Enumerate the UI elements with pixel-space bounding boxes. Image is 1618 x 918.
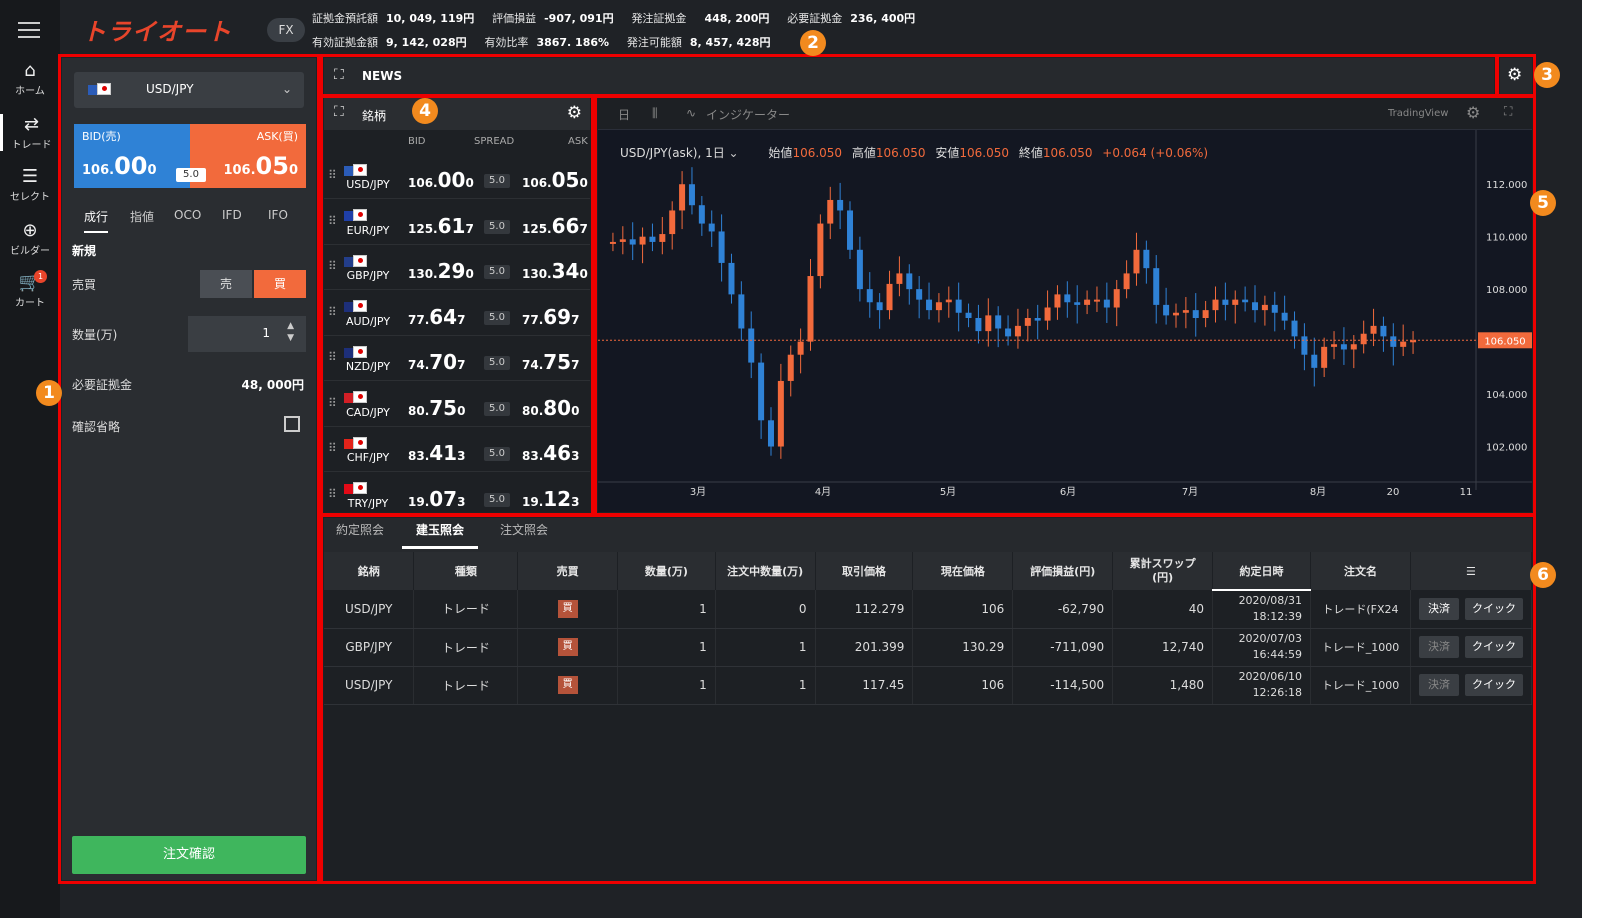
highlight-box-order-panel xyxy=(58,54,320,884)
account-label: 有効比率 xyxy=(484,36,529,49)
annotation-badge-4: 4 xyxy=(412,98,438,124)
annotation-badge-5: 5 xyxy=(1530,190,1556,216)
annotation-badge-1: 1 xyxy=(36,380,62,406)
cart-badge: 1 xyxy=(34,270,47,283)
product-badge[interactable]: FX xyxy=(267,18,305,42)
nav-trade[interactable]: ⇄ トレード xyxy=(0,114,60,151)
nav-builder-label: ビルダー xyxy=(10,246,50,257)
highlight-box-settings xyxy=(1496,54,1536,98)
annotation-badge-2: 2 xyxy=(800,30,826,56)
nav-select[interactable]: ☰ セレクト xyxy=(0,166,60,203)
account-value: -907, 091円 xyxy=(544,12,614,25)
account-summary-row2: 有効証拠金額 9, 142, 028円 有効比率 3867. 186% 発注可能額 8… xyxy=(312,34,770,50)
account-label: 発注証拠金 xyxy=(631,12,687,25)
nav-trade-label: トレード xyxy=(11,140,52,151)
account-label: 評価損益 xyxy=(492,12,537,25)
annotation-badge-3: 3 xyxy=(1534,62,1560,88)
trade-icon: ⇄ xyxy=(23,114,40,135)
highlight-box-rates xyxy=(320,94,594,516)
cart-icon: 🛒 xyxy=(18,272,42,293)
annotation-badge-6: 6 xyxy=(1530,562,1556,588)
account-value: 3867. 186% xyxy=(536,36,610,49)
nav-home[interactable]: ⌂ ホーム xyxy=(0,60,60,97)
builder-icon: ⊕ xyxy=(22,220,38,241)
account-value: 10, 049, 119円 xyxy=(386,12,475,25)
app-logo[interactable]: トライオート xyxy=(82,12,232,47)
nav-builder[interactable]: ⊕ ビルダー xyxy=(0,220,60,257)
nav-home-label: ホーム xyxy=(15,86,45,97)
nav-cart[interactable]: 🛒 1 カート xyxy=(0,270,60,309)
nav-cart-label: カート xyxy=(15,298,45,309)
select-icon: ☰ xyxy=(21,166,39,187)
menu-icon[interactable] xyxy=(18,22,40,43)
highlight-box-news xyxy=(320,54,1498,98)
account-value: 8, 457, 428円 xyxy=(689,36,771,49)
account-summary-row1: 証拠金預託額 10, 049, 119円 評価損益 -907, 091円 発注証拠金… xyxy=(312,10,915,26)
nav-rail: ⌂ ホーム ⇄ トレード ☰ セレクト ⊕ ビルダー 🛒 1 カート xyxy=(0,0,60,918)
home-icon: ⌂ xyxy=(24,60,36,81)
highlight-box-positions xyxy=(320,514,1536,884)
account-value: 236, 400円 xyxy=(850,12,916,25)
nav-select-label: セレクト xyxy=(10,192,50,203)
account-value: 448, 200円 xyxy=(704,12,770,25)
account-label: 証拠金預託額 xyxy=(312,12,378,25)
account-value: 9, 142, 028円 xyxy=(386,36,467,49)
account-label: 発注可能額 xyxy=(626,36,682,49)
highlight-box-chart xyxy=(594,94,1536,516)
account-label: 有効証拠金額 xyxy=(312,36,378,49)
account-label: 必要証拠金 xyxy=(787,12,843,25)
